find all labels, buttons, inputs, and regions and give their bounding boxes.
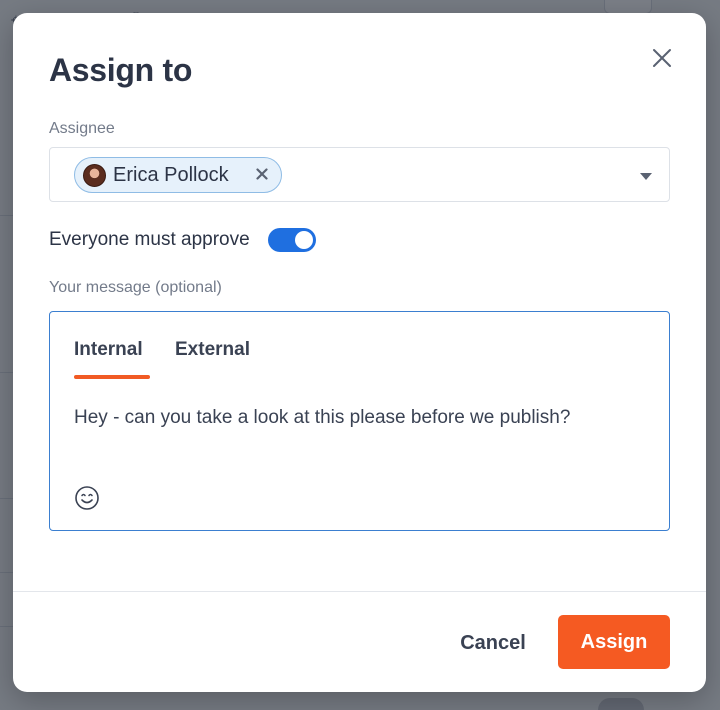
message-label: Your message (optional)	[49, 279, 222, 296]
message-editor[interactable]: Internal External Hey - can you take a l…	[49, 311, 670, 531]
dialog-title: Assign to	[49, 52, 193, 88]
active-tab-indicator	[74, 375, 150, 379]
cancel-button[interactable]: Cancel	[443, 616, 543, 670]
approval-label: Everyone must approve	[49, 229, 250, 250]
message-textarea[interactable]: Hey - can you take a look at this please…	[74, 407, 570, 429]
chip-remove-button[interactable]	[256, 165, 268, 185]
close-icon	[256, 168, 268, 180]
assignee-select[interactable]: Erica Pollock	[49, 147, 670, 202]
close-button[interactable]	[648, 44, 676, 72]
assign-button[interactable]: Assign	[558, 615, 670, 669]
tab-external[interactable]: External	[175, 339, 250, 361]
toggle-knob	[294, 231, 313, 249]
emoji-button[interactable]	[74, 485, 100, 511]
assignee-label: Assignee	[49, 120, 115, 137]
tab-internal[interactable]: Internal	[74, 339, 143, 361]
avatar	[83, 163, 106, 187]
assignee-chip-name: Erica Pollock	[113, 163, 229, 186]
footer-divider	[13, 591, 706, 592]
chevron-down-icon[interactable]	[640, 173, 652, 180]
close-icon	[653, 49, 671, 67]
approval-row: Everyone must approve	[49, 227, 316, 253]
smiley-icon	[75, 486, 99, 510]
assignee-chip: Erica Pollock	[74, 157, 282, 193]
assign-dialog: Assign to Assignee Erica Pollock Everyon…	[13, 13, 706, 692]
approval-toggle[interactable]	[267, 228, 316, 252]
